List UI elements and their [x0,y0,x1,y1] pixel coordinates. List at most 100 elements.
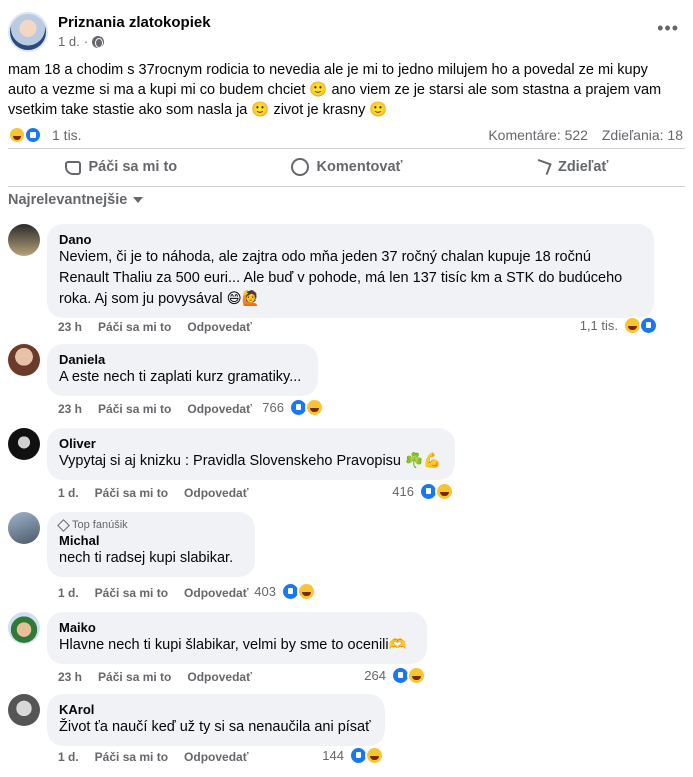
comment-reactions[interactable]: 1,1 tis. [538,316,660,336]
comment-button[interactable]: Komentovať [234,149,460,185]
post-meta: 1 d. · [58,34,105,49]
comment-bubble: Dano Neviem, či je to náhoda, ale zajtra… [47,224,654,318]
comment-author[interactable]: Michal [59,533,243,548]
top-fan-badge: Top fanúšik [57,518,243,532]
comment-actions: 1 d. Páči sa mi to Odpovedať [58,750,248,764]
comment-item: Daniela A este nech ti zaplati kurz gram… [8,344,685,422]
comment-reply-button[interactable]: Odpovedať [187,670,251,684]
comment-text: nech ti radsej kupi slabikar. [59,550,234,566]
sort-label: Najrelevantnejšie [8,192,128,208]
comment-author[interactable]: Daniela [59,352,306,367]
comment-reply-button[interactable]: Odpovedať [187,320,251,334]
post-stats: Komentáre: 522 Zdieľania: 18 [478,127,683,143]
like-reaction-icon [639,316,658,335]
comment-like-button[interactable]: Páči sa mi to [95,750,168,764]
comment-reactions[interactable]: 264 [360,666,428,686]
caret-down-icon [133,197,144,203]
comment-author[interactable]: KArol [59,702,373,717]
comment-reactions-count: 144 [322,748,344,763]
comment-actions: 23 h Páči sa mi to Odpovedať [58,320,252,334]
comment-text: Hlavne nech ti kupi šlabikar, velmi by s… [59,637,407,653]
comment-reply-button[interactable]: Odpovedať [184,486,248,500]
thumbs-up-icon [64,161,81,175]
comment-author[interactable]: Dano [59,232,642,247]
comment-reply-button[interactable]: Odpovedať [187,402,251,416]
comment-time[interactable]: 1 d. [58,486,79,500]
page-avatar[interactable] [8,12,48,52]
comment-item: Top fanúšik Michal nech ti radsej kupi s… [8,512,685,604]
comment-like-button[interactable]: Páči sa mi to [95,586,168,600]
diamond-icon [57,518,70,532]
haha-reaction-icon [305,398,324,417]
comment-reactions-count: 1,1 tis. [579,318,618,333]
comment-author[interactable]: Maiko [59,620,415,635]
badge-label: Top fanúšik [72,519,128,531]
comment-reply-button[interactable]: Odpovedať [184,586,248,600]
comment-item: Maiko Hlavne nech ti kupi šlabikar, velm… [8,612,685,690]
comment-reactions-count: 416 [392,484,414,499]
haha-reaction-icon [407,666,426,685]
avatar[interactable] [8,512,40,544]
comment-reactions[interactable]: 403 [250,582,318,602]
post-time[interactable]: 1 d. [58,34,80,49]
comment-bubble: Daniela A este nech ti zaplati kurz gram… [47,344,318,396]
comments-count[interactable]: Komentáre: 522 [488,127,588,143]
comment-text: A este nech ti zaplati kurz gramatiky... [59,369,302,385]
comment-text: Neviem, či je to náhoda, ale zajtra odo … [59,249,623,307]
like-button[interactable]: Páči sa mi to [8,149,234,185]
comment-time[interactable]: 1 d. [58,586,79,600]
comment-button-label: Komentovať [316,159,403,175]
comment-item: KArol Život ťa naučí keď už ty si sa nen… [8,694,685,772]
comment-reactions[interactable]: 144 [318,746,386,766]
haha-reaction-icon [297,582,316,601]
avatar[interactable] [8,694,40,726]
comment-time[interactable]: 23 h [58,670,82,684]
avatar[interactable] [8,612,40,644]
page-name[interactable]: Priznania zlatokopiek [58,14,211,31]
post-actions: Páči sa mi to Komentovať Zdieľať [8,149,685,185]
comment-item: Oliver Vypytaj si aj knizku : Pravidla S… [8,428,685,506]
comment-like-button[interactable]: Páči sa mi to [98,670,171,684]
avatar[interactable] [8,428,40,460]
divider [8,186,685,187]
haha-reaction-icon [435,482,454,501]
comment-time[interactable]: 23 h [58,320,82,334]
more-options-icon[interactable]: ••• [657,18,679,39]
comment-like-button[interactable]: Páči sa mi to [95,486,168,500]
comment-actions: 1 d. Páči sa mi to Odpovedať [58,586,248,600]
comment-bubble: Top fanúšik Michal nech ti radsej kupi s… [47,512,255,577]
avatar[interactable] [8,344,40,376]
post-text: mam 18 a chodim s 37rocnym rodicia to ne… [8,62,662,118]
comment-sort-dropdown[interactable]: Najrelevantnejšie [8,192,144,208]
comment-bubble: KArol Život ťa naučí keď už ty si sa nen… [47,694,385,746]
reactions-count[interactable]: 1 tis. [52,127,82,143]
like-button-label: Páči sa mi to [88,159,178,175]
comment-reactions-count: 264 [364,668,386,683]
share-icon [534,158,552,176]
comment-reactions[interactable]: 416 [388,482,456,502]
comment-reply-button[interactable]: Odpovedať [184,750,248,764]
avatar[interactable] [8,224,40,256]
share-button-label: Zdieľať [557,159,609,175]
shares-count[interactable]: Zdieľania: 18 [602,127,683,143]
comment-icon [290,158,309,176]
comment-actions: 1 d. Páči sa mi to Odpovedať [58,486,248,500]
comment-author[interactable]: Oliver [59,436,443,451]
comment-like-button[interactable]: Páči sa mi to [98,320,171,334]
comment-actions: 23 h Páči sa mi to Odpovedať [58,402,252,416]
comment-bubble: Maiko Hlavne nech ti kupi šlabikar, velm… [47,612,427,664]
comment-item: Dano Neviem, či je to náhoda, ale zajtra… [8,224,685,339]
post-reactions-row: 1 tis. Komentáre: 522 Zdieľania: 18 [8,124,685,146]
like-reaction-icon[interactable] [24,126,42,144]
comment-time[interactable]: 1 d. [58,750,79,764]
comment-time[interactable]: 23 h [58,402,82,416]
comment-reactions[interactable]: 766 [258,398,326,418]
post-header: Priznania zlatokopiek 1 d. · ••• [8,12,685,56]
comment-bubble: Oliver Vypytaj si aj knizku : Pravidla S… [47,428,455,480]
globe-icon [92,35,105,48]
comment-like-button[interactable]: Páči sa mi to [98,402,171,416]
share-button[interactable]: Zdieľať [459,149,685,185]
comment-actions: 23 h Páči sa mi to Odpovedať [58,670,252,684]
haha-reaction-icon [365,746,384,765]
comment-text: Život ťa naučí keď už ty si sa nenaučila… [59,719,371,735]
